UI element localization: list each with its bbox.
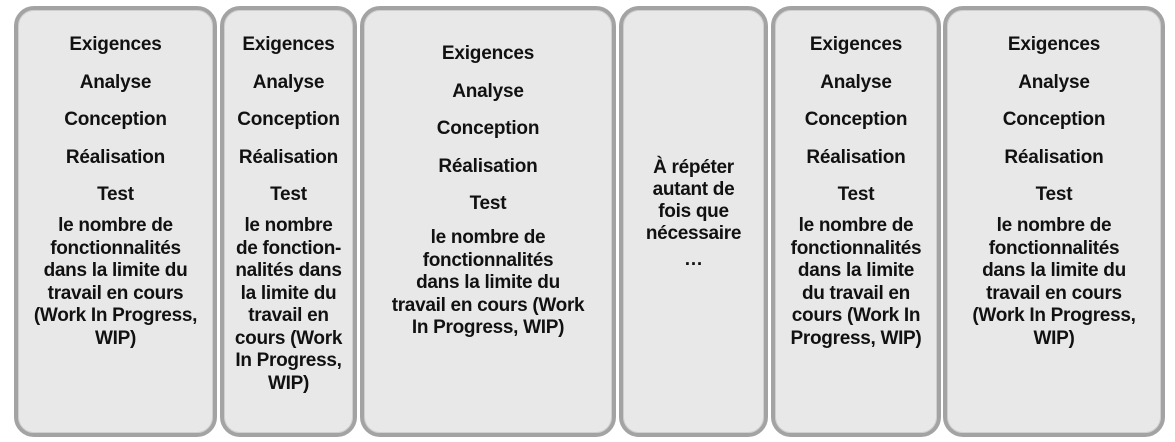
step-analyse: Analyse (452, 80, 524, 102)
wip-description: le nombre de fonction- nalités dans la l… (234, 215, 343, 394)
repeat-panel: À répéter autant de fois que nécessaire … (619, 6, 768, 437)
iteration-panel-1: Exigences Analyse Conception Réalisation… (14, 6, 217, 437)
iteration-panel-2: Exigences Analyse Conception Réalisation… (220, 6, 357, 437)
step-realisation: Réalisation (806, 146, 906, 168)
repeat-text: À répéter autant de fois que nécessaire (645, 157, 742, 244)
step-test: Test (270, 184, 307, 205)
step-test: Test (469, 193, 507, 214)
wip-description: le nombre de fonctionnalités dans la lim… (391, 227, 585, 338)
step-exigences: Exigences (69, 34, 162, 55)
step-conception: Conception (64, 109, 167, 130)
step-conception: Conception (237, 109, 340, 130)
step-realisation: Réalisation (238, 146, 339, 168)
step-analyse: Analyse (252, 71, 325, 93)
wip-description: le nombre de fonctionnalités dans la lim… (33, 215, 198, 349)
step-conception: Conception (1002, 109, 1106, 130)
step-conception: Conception (436, 118, 540, 139)
wip-description: le nombre de fonctionnalités dans la lim… (972, 215, 1136, 349)
iteration-panel-5: Exigences Analyse Conception Réalisation… (771, 6, 941, 437)
step-test: Test (1035, 184, 1073, 205)
step-realisation: Réalisation (65, 146, 166, 168)
step-test: Test (837, 184, 875, 205)
iteration-panel-3: Exigences Analyse Conception Réalisation… (360, 6, 616, 437)
ellipsis: … (684, 249, 703, 270)
step-analyse: Analyse (79, 71, 152, 93)
step-conception: Conception (804, 109, 908, 130)
step-test: Test (97, 184, 134, 205)
step-exigences: Exigences (1007, 34, 1101, 55)
step-analyse: Analyse (820, 71, 892, 93)
iteration-panel-6: Exigences Analyse Conception Réalisation… (943, 6, 1165, 437)
step-analyse: Analyse (1018, 71, 1090, 93)
step-realisation: Réalisation (1004, 146, 1104, 168)
step-realisation: Réalisation (438, 155, 538, 177)
step-exigences: Exigences (242, 34, 335, 55)
step-exigences: Exigences (441, 43, 535, 64)
step-exigences: Exigences (809, 34, 903, 55)
wip-description: le nombre de fonctionnalités dans la lim… (790, 215, 922, 349)
